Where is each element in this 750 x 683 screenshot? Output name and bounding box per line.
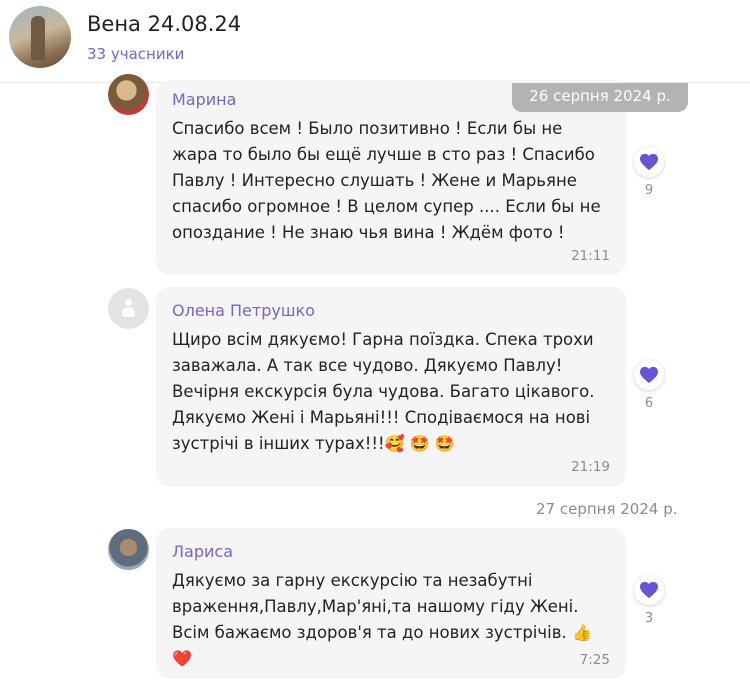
members-count-link[interactable]: 33 учасники [87, 45, 184, 63]
message-bubble[interactable]: Лариса Дякуємо за гарну екскурсію та нез… [156, 528, 626, 679]
message-emoji: 🥰 🤩 🤩 [384, 434, 455, 453]
message-text-body: Щиро всім дякуємо! Гарна поїздка. Спека … [172, 330, 595, 453]
reaction: 6 [632, 360, 666, 411]
message-author[interactable]: Олена Петрушко [172, 301, 315, 320]
avatar-larisa[interactable] [108, 529, 149, 570]
message-text: Дякуємо за гарну екскурсію та незабутні … [172, 568, 612, 672]
avatar-marina[interactable] [108, 74, 149, 115]
heart-reaction-button[interactable] [634, 147, 664, 177]
reaction: 9 [632, 147, 666, 198]
heart-icon [640, 581, 658, 599]
message-text-body: Дякуємо за гарну екскурсію та незабутні … [172, 571, 579, 642]
person-icon [122, 299, 135, 318]
message-bubble[interactable]: Олена Петрушко Щиро всім дякуємо! Гарна … [156, 287, 626, 487]
heart-reaction-button[interactable] [634, 360, 664, 390]
message-time: 7:25 [579, 652, 610, 668]
message-author[interactable]: Марина [172, 90, 236, 109]
date-separator: 26 серпня 2024 р. [512, 83, 688, 112]
reaction: 3 [632, 575, 666, 626]
heart-icon [640, 366, 658, 384]
message-author[interactable]: Лариса [172, 542, 233, 561]
reaction-count: 3 [644, 611, 654, 626]
message-time: 21:11 [571, 248, 610, 264]
reaction-count: 9 [644, 183, 654, 198]
message-text: Спасибо всем ! Было позитивно ! Если бы … [172, 119, 601, 242]
message-time: 21:19 [571, 459, 610, 475]
reaction-count: 6 [644, 396, 654, 411]
avatar-olena[interactable] [108, 288, 149, 329]
message-text: Щиро всім дякуємо! Гарна поїздка. Спека … [172, 327, 612, 457]
heart-icon [640, 153, 658, 171]
heart-reaction-button[interactable] [634, 575, 664, 605]
chat-title[interactable]: Вена 24.08.24 [87, 12, 241, 36]
date-separator: 27 серпня 2024 р. [536, 500, 678, 518]
chat-header: Вена 24.08.24 33 учасники [0, 0, 750, 83]
chat-avatar[interactable] [9, 6, 71, 68]
